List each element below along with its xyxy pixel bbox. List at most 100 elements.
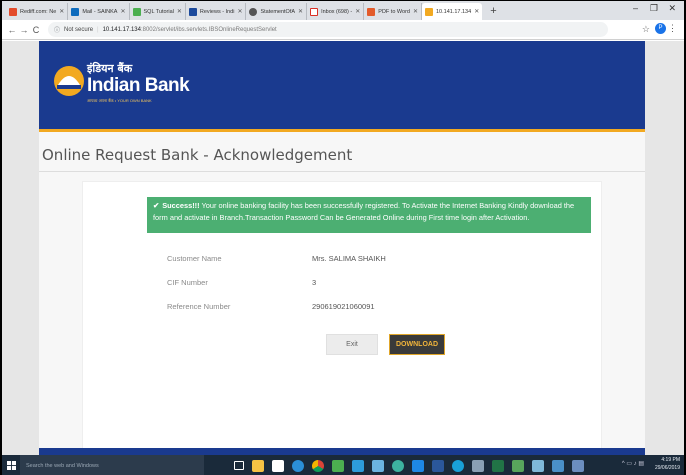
app-icon[interactable] bbox=[392, 459, 404, 472]
new-tab-button[interactable]: + bbox=[482, 3, 504, 20]
app-icon[interactable] bbox=[512, 459, 524, 472]
tab-sql-tutorial[interactable]: SQL Tutorial ✕ bbox=[130, 3, 186, 20]
tab-reviews[interactable]: Reviews - Indi ✕ bbox=[186, 3, 247, 20]
app-icon[interactable] bbox=[412, 459, 424, 472]
site-header: इंडियन बैंक Indian Bank आपका अपना बैंक •… bbox=[39, 41, 645, 132]
bookmark-star-icon[interactable]: ☆ bbox=[642, 24, 650, 35]
app-icon[interactable] bbox=[472, 459, 484, 472]
screen: Rediff.com: Ne ✕ Mail - SAINKA ✕ SQL Tut… bbox=[0, 0, 686, 475]
site-footer bbox=[39, 448, 645, 455]
clock-date: 29/06/2019 bbox=[654, 465, 680, 471]
menu-kebab-icon[interactable]: ⋮ bbox=[668, 23, 677, 34]
outlook-favicon-icon bbox=[71, 7, 80, 16]
indian-bank-emblem-icon bbox=[54, 66, 84, 96]
chrome-icon[interactable] bbox=[312, 459, 324, 472]
close-tab-icon[interactable]: ✕ bbox=[120, 8, 125, 15]
minimize-icon[interactable]: – bbox=[633, 3, 638, 13]
alert-message: Your online banking facility has been su… bbox=[153, 201, 575, 222]
reviews-favicon-icon bbox=[188, 7, 197, 16]
rediff-favicon-icon bbox=[9, 7, 17, 16]
tab-gmail-inbox[interactable]: Inbox (698) - ✕ bbox=[307, 3, 365, 20]
profile-avatar[interactable]: P bbox=[655, 23, 666, 34]
close-tab-icon[interactable]: ✕ bbox=[59, 8, 64, 15]
app-icon[interactable] bbox=[352, 459, 364, 472]
maximize-icon[interactable]: ❐ bbox=[650, 3, 658, 14]
detail-value: Mrs. SALIMA SHAIKH bbox=[312, 254, 386, 263]
acknowledgement-card: ✔ Success!!! Your online banking facility… bbox=[82, 181, 602, 453]
close-window-icon[interactable]: ✕ bbox=[668, 3, 676, 14]
security-status: Not secure bbox=[64, 26, 94, 33]
logo-english-text: Indian Bank bbox=[87, 75, 190, 96]
back-arrow-icon[interactable]: ← bbox=[6, 25, 18, 35]
check-icon: ✔ bbox=[153, 201, 160, 210]
success-alert: ✔ Success!!! Your online banking facility… bbox=[147, 197, 591, 233]
pdf-favicon-icon bbox=[367, 7, 376, 16]
logo-tagline: आपका अपना बैंक • YOUR OWN BANK bbox=[87, 98, 152, 103]
divider bbox=[39, 171, 645, 172]
logo-hindi-text: इंडियन बैंक bbox=[87, 62, 133, 75]
page-title: Online Request Bank - Acknowledgement bbox=[42, 146, 353, 164]
tab-label: Rediff.com: Ne bbox=[20, 8, 57, 15]
tab-label: PDF to Word bbox=[378, 8, 410, 15]
gmail-favicon-icon bbox=[310, 7, 319, 16]
tab-strip: Rediff.com: Ne ✕ Mail - SAINKA ✕ SQL Tut… bbox=[2, 1, 684, 20]
detail-value: 3 bbox=[312, 278, 317, 287]
info-icon[interactable]: ⓘ bbox=[54, 25, 60, 34]
taskbar-apps bbox=[234, 459, 592, 472]
bank-site: इंडियन बैंक Indian Bank आपका अपना बैंक •… bbox=[39, 41, 645, 455]
app-icon[interactable] bbox=[552, 459, 564, 472]
system-tray-icons[interactable]: ^ ▭ ♪ ▤ bbox=[622, 460, 644, 467]
tab-indian-bank[interactable]: 10.141.17.134 ✕ bbox=[422, 3, 483, 20]
detail-label: CIF Number bbox=[167, 278, 208, 287]
app-icon[interactable] bbox=[572, 459, 584, 472]
word-icon[interactable] bbox=[432, 459, 444, 472]
start-button[interactable] bbox=[2, 455, 20, 475]
tab-statement[interactable]: StatementOfA ✕ bbox=[246, 3, 308, 20]
forward-arrow-icon[interactable]: → bbox=[18, 25, 30, 35]
close-tab-icon[interactable]: ✕ bbox=[298, 8, 303, 15]
app-icon[interactable] bbox=[332, 459, 344, 472]
indian-bank-favicon-icon bbox=[425, 7, 433, 16]
tab-label: SQL Tutorial bbox=[143, 8, 174, 15]
tab-pdf-to-word[interactable]: PDF to Word ✕ bbox=[364, 3, 422, 20]
windows-logo-icon bbox=[6, 461, 16, 470]
app-icon[interactable] bbox=[452, 459, 464, 472]
alert-heading: Success!!! bbox=[162, 201, 200, 210]
app-icon[interactable] bbox=[532, 459, 544, 472]
close-tab-icon[interactable]: ✕ bbox=[474, 8, 479, 15]
close-tab-icon[interactable]: ✕ bbox=[177, 8, 182, 15]
tab-rediff[interactable]: Rediff.com: Ne ✕ bbox=[6, 3, 69, 20]
app-icon[interactable] bbox=[372, 459, 384, 472]
divider: | bbox=[97, 26, 99, 33]
download-button[interactable]: DOWNLOAD bbox=[389, 334, 445, 355]
tab-label: StatementOfA bbox=[260, 8, 296, 15]
close-tab-icon[interactable]: ✕ bbox=[237, 8, 242, 15]
github-favicon-icon bbox=[249, 7, 258, 16]
taskbar-search-input[interactable]: Search the web and Windows bbox=[20, 455, 204, 475]
detail-value: 290619021060091 bbox=[312, 302, 375, 311]
file-explorer-icon[interactable] bbox=[252, 459, 264, 472]
tab-mail[interactable]: Mail - SAINKA ✕ bbox=[68, 3, 130, 20]
detail-label: Reference Number bbox=[167, 302, 231, 311]
tab-label: Mail - SAINKA bbox=[82, 8, 118, 15]
taskbar: Search the web and Windows bbox=[2, 455, 684, 475]
tab-label: Reviews - Indi bbox=[199, 8, 235, 15]
tab-label: Inbox (698) - bbox=[321, 8, 353, 15]
internet-explorer-icon[interactable] bbox=[292, 459, 304, 472]
url-input[interactable]: ⓘ Not secure | 10.141.17.134 :8002/servl… bbox=[48, 22, 608, 37]
close-tab-icon[interactable]: ✕ bbox=[413, 8, 418, 15]
detail-label: Customer Name bbox=[167, 254, 222, 263]
tab-label: 10.141.17.134 bbox=[436, 8, 472, 15]
taskbar-clock[interactable]: 4:19 PM 29/06/2019 bbox=[655, 456, 680, 472]
url-host: 10.141.17.134 bbox=[102, 26, 141, 33]
store-icon[interactable] bbox=[272, 459, 284, 472]
clock-time: 4:19 PM bbox=[661, 457, 680, 463]
reload-icon[interactable]: C bbox=[30, 25, 42, 35]
indian-bank-logo[interactable]: इंडियन बैंक Indian Bank आपका अपना बैंक •… bbox=[53, 61, 193, 111]
url-path: :8002/servlet/ibs.servlets.IBSOnlineRequ… bbox=[140, 26, 277, 33]
close-tab-icon[interactable]: ✕ bbox=[355, 8, 360, 15]
task-view-icon[interactable] bbox=[234, 461, 244, 470]
excel-icon[interactable] bbox=[492, 459, 504, 472]
exit-button[interactable]: Exit bbox=[326, 334, 378, 355]
address-bar-row: ← → C ⓘ Not secure | 10.141.17.134 :8002… bbox=[2, 20, 684, 40]
